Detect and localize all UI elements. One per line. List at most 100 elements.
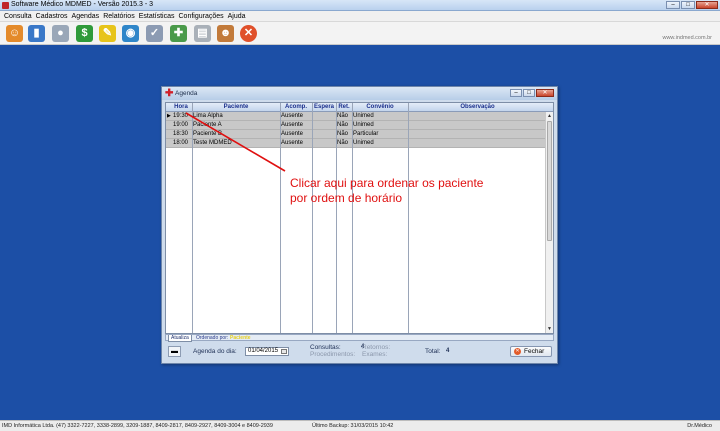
retornos-label: Retornos: <box>362 344 391 351</box>
table-row[interactable]: ▶ 19:30 Lima Alpha Ausente Não Unimed <box>166 112 547 121</box>
header-convenio[interactable]: Convênio <box>352 103 408 112</box>
cell-paciente: Teste MDMED <box>193 140 232 146</box>
header-paciente[interactable]: Paciente <box>192 103 280 112</box>
checklist-icon[interactable]: ✓ <box>146 25 163 42</box>
agenda-grid[interactable]: Hora Paciente Acomp. Espera Ret. Convêni… <box>165 102 554 334</box>
cell-convenio: Particular <box>353 131 379 137</box>
scroll-down-icon[interactable]: ▼ <box>546 325 553 333</box>
date-field[interactable]: 01/04/2015 <box>245 347 289 356</box>
cell-paciente: Paciente A <box>193 122 222 128</box>
annotation-line-2: por ordem de horário <box>290 191 403 205</box>
cell-paciente: Paciente B <box>193 131 223 137</box>
cell-ret: Não <box>337 131 349 137</box>
fechar-button[interactable]: ✕ Fechar <box>510 346 552 357</box>
dollar-icon[interactable]: $ <box>76 25 93 42</box>
menu-estatisticas[interactable]: Estatísticas <box>137 11 177 21</box>
printer-icon[interactable]: ▤ <box>194 25 211 42</box>
menu-cadastros[interactable]: Cadastros <box>34 11 70 21</box>
user-info: Dr.Médico <box>687 423 712 429</box>
agenda-close-button[interactable]: ✕ <box>536 89 554 97</box>
cell-paciente: Lima Alpha <box>193 113 223 119</box>
total-label: Total: <box>425 348 441 355</box>
header-hora[interactable]: Hora <box>170 103 192 112</box>
header-ret[interactable]: Ret. <box>336 103 352 112</box>
cell-acomp: Ausente <box>281 140 304 146</box>
calendar-icon[interactable] <box>281 349 287 354</box>
agenda-bottom-panel: ▬ Agenda do dia: 01/04/2015 Consultas: 4… <box>165 343 554 361</box>
menu-relatorios[interactable]: Relatórios <box>101 11 137 21</box>
scroll-thumb[interactable] <box>547 121 552 241</box>
title-bar: Software Médico MDMED - Versão 2015.3 - … <box>0 0 720 11</box>
user-icon[interactable]: ☺ <box>6 25 23 42</box>
vertical-scrollbar[interactable]: ▲ ▼ <box>545 112 553 333</box>
cell-hora: 19:00 <box>173 122 189 128</box>
cell-acomp: Ausente <box>281 113 304 119</box>
menu-agendas[interactable]: Agendas <box>70 11 102 21</box>
globe-icon[interactable]: ◉ <box>122 25 139 42</box>
document-icon[interactable]: ▮ <box>28 25 45 42</box>
cell-ret: Não <box>337 140 349 146</box>
menu-bar: Consulta Cadastros Agendas Relatórios Es… <box>0 11 720 22</box>
agenda-title-bar[interactable]: ✚ Agenda – □ ✕ <box>162 87 557 100</box>
menu-consulta[interactable]: Consulta <box>2 11 34 21</box>
column-divider <box>352 103 353 333</box>
menu-ajuda[interactable]: Ajuda <box>226 11 248 21</box>
column-divider <box>336 103 337 333</box>
agenda-window: ✚ Agenda – □ ✕ Hora Paciente Acomp. Espe… <box>161 86 558 364</box>
table-row[interactable]: 18:30 Paciente B Ausente Não Particular <box>166 130 547 139</box>
header-acomp[interactable]: Acomp. <box>280 103 312 112</box>
menu-configuracoes[interactable]: Configurações <box>177 11 226 21</box>
red-cross-icon: ✚ <box>165 88 174 99</box>
cell-convenio: Unimed <box>353 113 374 119</box>
agenda-maximize-button[interactable]: □ <box>523 89 535 97</box>
window-controls: – □ ✕ <box>666 1 718 9</box>
edit-icon[interactable]: ✚ <box>170 25 187 42</box>
table-row[interactable]: 19:00 Paciente A Ausente Não Unimed <box>166 121 547 130</box>
ordering-label: Ordenado por: <box>196 335 229 341</box>
close-circle-icon: ✕ <box>514 348 521 355</box>
scroll-up-icon[interactable]: ▲ <box>546 112 553 120</box>
cell-ret: Não <box>337 122 349 128</box>
grid-footer-strip: Atualiza Ordenado por: Paciente <box>165 334 554 342</box>
column-divider <box>192 103 193 333</box>
cell-ret: Não <box>337 113 349 119</box>
grid-header: Hora Paciente Acomp. Espera Ret. Convêni… <box>166 103 553 112</box>
cell-convenio: Unimed <box>353 122 374 128</box>
notes-icon[interactable]: ✎ <box>99 25 116 42</box>
table-row[interactable]: 18:00 Teste MDMED Ausente Não Unimed <box>166 139 547 148</box>
cell-hora: 18:00 <box>173 140 189 146</box>
maximize-button[interactable]: □ <box>681 1 695 9</box>
annotation-line-1: Clicar aqui para ordenar os paciente <box>290 176 484 190</box>
doctor-icon[interactable]: ☻ <box>217 25 234 42</box>
atualiza-tab[interactable]: Atualiza <box>168 335 192 342</box>
column-divider <box>408 103 409 333</box>
header-espera[interactable]: Espera <box>312 103 336 112</box>
window-title: Software Médico MDMED - Versão 2015.3 - … <box>11 1 154 8</box>
column-divider <box>280 103 281 333</box>
toolbar: ☺ ▮ ● $ ✎ ◉ ✓ ✚ ▤ ☻ ✕ www.indmed.com.br <box>0 22 720 45</box>
status-bar: IMD Informática Ltda. (47) 3322-7227, 33… <box>0 420 720 431</box>
date-label: Agenda do dia: <box>193 348 237 355</box>
website-url: www.indmed.com.br <box>662 35 712 41</box>
close-button[interactable]: ✕ <box>696 1 718 9</box>
consultas-label: Consultas: <box>310 344 341 351</box>
cell-convenio: Unimed <box>353 140 374 146</box>
row-pointer-icon: ▶ <box>167 113 171 119</box>
agenda-window-controls: – □ ✕ <box>510 89 554 97</box>
column-divider <box>312 103 313 333</box>
pill-icon[interactable]: ● <box>52 25 69 42</box>
procedimentos-label: Procedimentos: <box>310 351 356 358</box>
header-observacao[interactable]: Observação <box>408 103 547 112</box>
backup-info: Último Backup: 31/03/2015 10:42 <box>312 423 394 429</box>
date-value: 01/04/2015 <box>248 348 279 354</box>
cell-acomp: Ausente <box>281 122 304 128</box>
agenda-title: Agenda <box>175 90 198 97</box>
app-icon <box>2 2 9 9</box>
folder-icon[interactable]: ▬ <box>168 346 181 357</box>
fechar-label: Fechar <box>524 348 545 355</box>
exit-icon[interactable]: ✕ <box>240 25 257 42</box>
agenda-minimize-button[interactable]: – <box>510 89 522 97</box>
cell-hora: 18:30 <box>173 131 189 137</box>
exames-label: Exames: <box>362 351 388 358</box>
minimize-button[interactable]: – <box>666 1 680 9</box>
